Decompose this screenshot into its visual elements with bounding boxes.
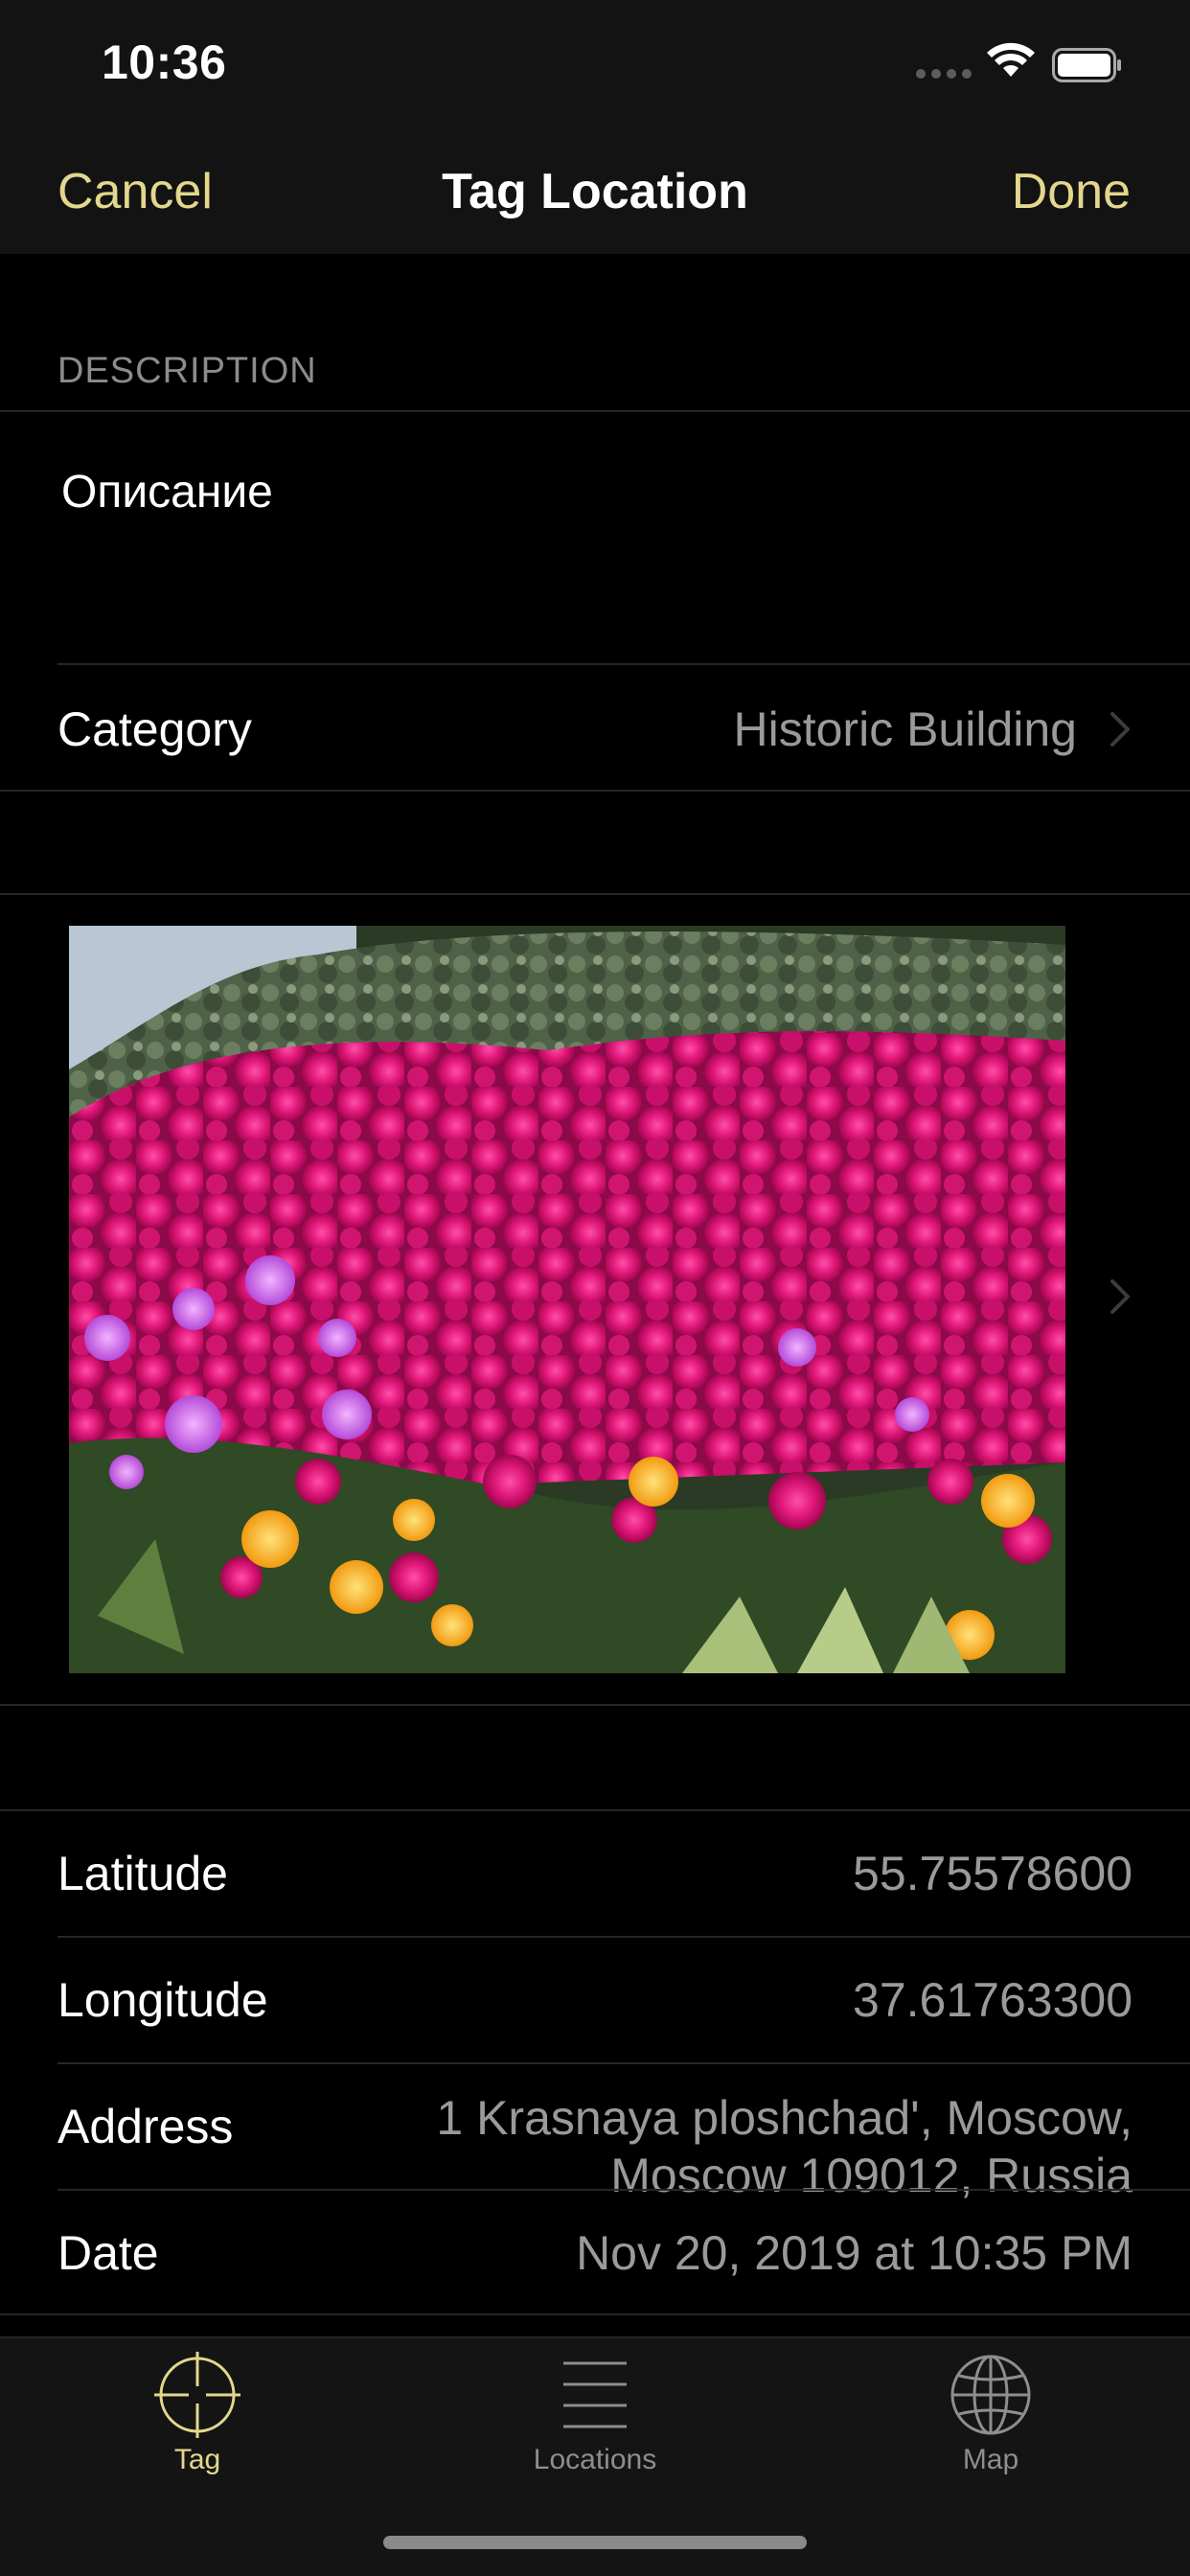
address-value: 1 Krasnaya ploshchad', Moscow, Moscow 10… xyxy=(436,2089,1133,2204)
category-row[interactable]: Category Historic Building xyxy=(0,667,1190,792)
address-label: Address xyxy=(57,2100,234,2153)
chevron-right-icon xyxy=(1110,1279,1130,1314)
address-row: Address 1 Krasnaya ploshchad', Moscow, M… xyxy=(0,2064,1190,2202)
status-bar: 10:36 xyxy=(0,0,1190,134)
tab-locations[interactable]: Locations xyxy=(480,2352,710,2476)
chevron-right-icon xyxy=(1110,712,1130,747)
longitude-value: 37.61763300 xyxy=(853,1973,1133,2027)
longitude-label: Longitude xyxy=(57,1973,268,2027)
divider xyxy=(0,1704,1190,1706)
location-photo xyxy=(69,926,1065,1673)
done-button[interactable]: Done xyxy=(1012,163,1131,220)
wifi-icon xyxy=(987,42,1035,77)
tab-tag-label: Tag xyxy=(173,2444,221,2475)
description-section-header: DESCRIPTION xyxy=(57,351,317,391)
tab-map[interactable]: Map xyxy=(876,2352,1106,2476)
home-indicator[interactable] xyxy=(383,2536,807,2549)
flower-photo-image xyxy=(69,926,1065,1673)
crosshair-icon xyxy=(154,2352,240,2438)
cancel-button[interactable]: Cancel xyxy=(57,163,213,220)
cellular-signal-icon xyxy=(916,69,972,79)
category-label: Category xyxy=(57,702,252,756)
divider xyxy=(57,663,1190,665)
divider xyxy=(0,2313,1190,2315)
category-value: Historic Building xyxy=(733,702,1077,756)
latitude-label: Latitude xyxy=(57,1847,228,1900)
date-row: Date Nov 20, 2019 at 10:35 PM xyxy=(0,2191,1190,2315)
tab-tag[interactable]: Tag xyxy=(82,2352,312,2476)
divider xyxy=(0,410,1190,412)
battery-icon xyxy=(1052,48,1121,82)
latitude-value: 55.75578600 xyxy=(853,1847,1133,1900)
tab-locations-label: Locations xyxy=(533,2444,657,2475)
latitude-row: Latitude 55.75578600 xyxy=(0,1811,1190,1936)
globe-icon xyxy=(950,2355,1031,2435)
tab-map-label: Map xyxy=(962,2444,1019,2475)
list-icon xyxy=(563,2361,627,2428)
longitude-row: Longitude 37.61763300 xyxy=(0,1938,1190,2062)
status-time: 10:36 xyxy=(102,35,227,89)
photo-row[interactable] xyxy=(0,895,1190,1704)
address-line-1: 1 Krasnaya ploshchad', Moscow, xyxy=(436,2091,1133,2145)
description-text-view[interactable]: Описание xyxy=(61,466,273,518)
navigation-bar: Tag Location Cancel Done xyxy=(0,134,1190,254)
date-label: Date xyxy=(57,2226,159,2280)
date-value: Nov 20, 2019 at 10:35 PM xyxy=(576,2226,1133,2280)
divider xyxy=(0,790,1190,792)
